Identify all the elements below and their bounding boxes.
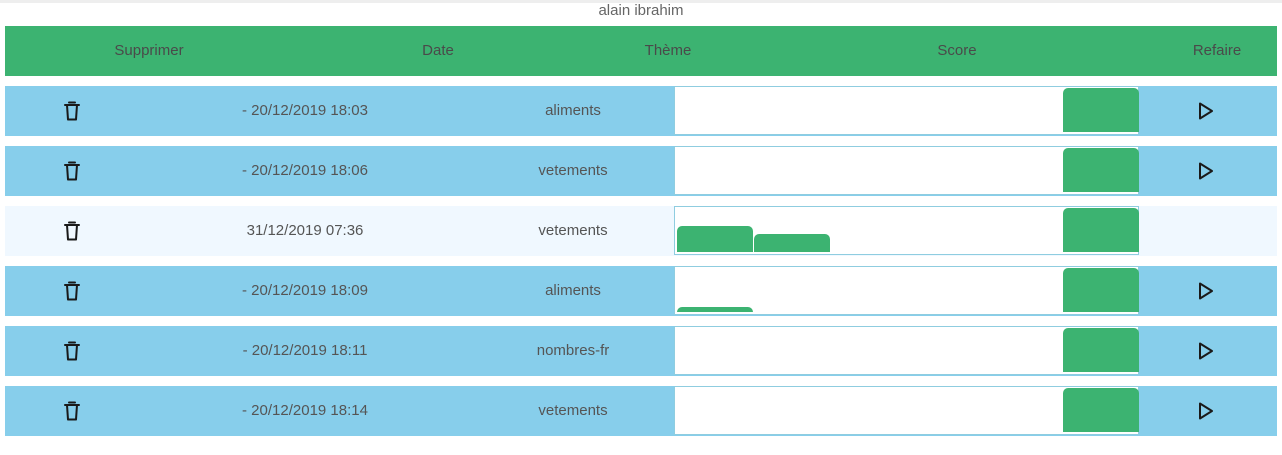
table-row: - 20/12/2019 18:03 aliments <box>5 86 1277 136</box>
table-row: - 20/12/2019 18:11 nombres-fr <box>5 326 1277 376</box>
play-icon[interactable] <box>1197 402 1215 420</box>
trash-icon[interactable] <box>63 341 81 361</box>
row-date: - 20/12/2019 18:03 <box>242 102 368 119</box>
row-theme: aliments <box>545 102 601 119</box>
table-header: Supprimer Date Thème Score Refaire <box>5 26 1277 76</box>
score-bar-max <box>1063 208 1139 252</box>
header-score: Score <box>937 42 977 59</box>
row-date: - 20/12/2019 18:06 <box>242 162 368 179</box>
score-bar-max <box>1063 328 1139 372</box>
trash-icon[interactable] <box>63 281 81 301</box>
play-icon[interactable] <box>1197 162 1215 180</box>
score-chart <box>674 386 1139 435</box>
table-row: 31/12/2019 07:36 vetements <box>5 206 1277 256</box>
score-chart <box>674 326 1139 375</box>
score-bar <box>754 234 830 252</box>
score-chart <box>674 86 1139 135</box>
table-row: - 20/12/2019 18:14 vetements <box>5 386 1277 436</box>
header-redo: Refaire <box>1192 42 1242 59</box>
row-date: - 20/12/2019 18:09 <box>242 282 368 299</box>
row-date: - 20/12/2019 18:11 <box>242 342 368 359</box>
play-icon[interactable] <box>1197 282 1215 300</box>
trash-icon[interactable] <box>63 101 81 121</box>
trash-icon[interactable] <box>63 401 81 421</box>
table-row: - 20/12/2019 18:09 aliments <box>5 266 1277 316</box>
score-chart <box>674 266 1139 315</box>
header-date: Date <box>422 42 454 59</box>
score-bar <box>677 307 753 312</box>
score-bar-max <box>1063 88 1139 132</box>
row-date: - 20/12/2019 18:14 <box>242 402 368 419</box>
play-icon[interactable] <box>1197 342 1215 360</box>
score-bar <box>677 226 753 252</box>
score-chart <box>674 146 1139 195</box>
row-theme: nombres-fr <box>536 342 610 359</box>
score-chart <box>674 206 1139 255</box>
row-theme: vetements <box>538 222 608 239</box>
row-date: 31/12/2019 07:36 <box>246 222 364 239</box>
trash-icon[interactable] <box>63 161 81 181</box>
score-bar-max <box>1063 388 1139 432</box>
row-theme: aliments <box>545 282 601 299</box>
row-theme: vetements <box>538 162 608 179</box>
score-bar-max <box>1063 148 1139 192</box>
trash-icon[interactable] <box>63 221 81 241</box>
table-row: - 20/12/2019 18:06 vetements <box>5 146 1277 196</box>
header-theme: Thème <box>644 42 692 59</box>
play-icon[interactable] <box>1197 102 1215 120</box>
user-name: alain ibrahim <box>598 2 684 19</box>
header-delete: Supprimer <box>114 42 184 59</box>
score-bar-max <box>1063 268 1139 312</box>
row-theme: vetements <box>538 402 608 419</box>
